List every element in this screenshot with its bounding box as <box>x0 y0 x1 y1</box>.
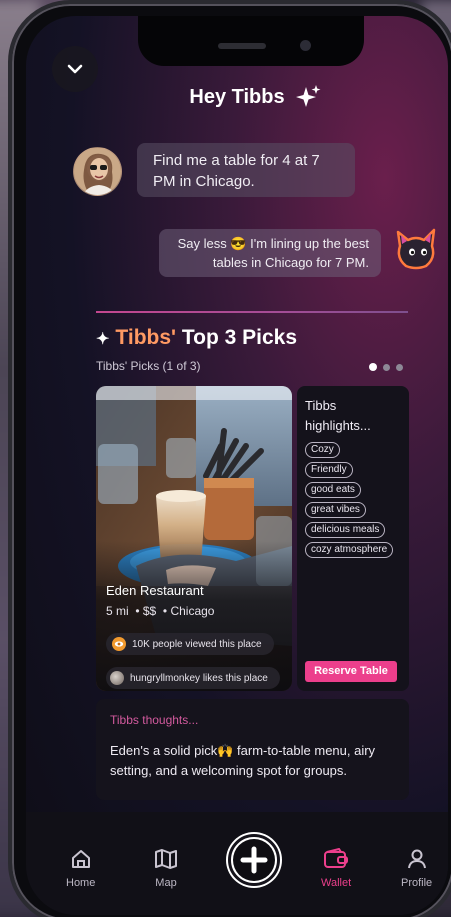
restaurant-distance: 5 mi <box>106 604 129 618</box>
highlight-tag: cozy atmosphere <box>305 542 394 558</box>
phone-frame: Hey Tibbs Find me a table for 4 at 7 PM … <box>8 0 451 917</box>
highlight-tag: great vibes <box>305 502 366 518</box>
thoughts-text: Eden's a solid pick🙌 farm-to-table menu,… <box>110 743 376 778</box>
tab-map-label: Map <box>155 877 177 889</box>
reserve-table-button[interactable]: Reserve Table <box>305 661 397 682</box>
wallet-icon <box>324 848 349 868</box>
highlight-tag: Friendly <box>305 462 353 478</box>
thoughts-card: Tibbs thoughts... Eden's a solid pick🙌 f… <box>96 699 409 800</box>
likes-pill: hungryllmonkey likes this place <box>106 667 280 689</box>
tab-profile[interactable]: Profile <box>401 848 432 889</box>
app-screen: Hey Tibbs Find me a table for 4 at 7 PM … <box>26 16 448 915</box>
views-pill: 10K people viewed this place <box>106 633 274 655</box>
chevron-down-icon <box>67 64 83 74</box>
map-icon <box>155 849 177 869</box>
plus-icon <box>233 839 275 881</box>
highlight-tag: good eats <box>305 482 361 498</box>
highlights-panel: Tibbs highlights... Cozy Friendly good e… <box>297 386 409 691</box>
friend-avatar <box>110 671 124 685</box>
tab-map[interactable]: Map <box>154 848 178 889</box>
tab-home[interactable]: Home <box>66 848 95 889</box>
highlight-tags: Cozy Friendly good eats great vibes deli… <box>305 442 401 558</box>
highlights-title: Tibbs highlights... <box>305 398 371 433</box>
brand-name: Tibbs' <box>115 326 177 349</box>
page-title: Hey Tibbs <box>26 85 448 109</box>
eye-icon <box>112 637 126 651</box>
bot-message-bubble: Say less 😎 I'm lining up the best tables… <box>159 229 381 277</box>
home-icon <box>71 850 90 868</box>
section-divider <box>96 311 408 313</box>
carousel-dot-1[interactable] <box>369 363 377 371</box>
sparkle-icon <box>296 85 321 107</box>
tab-wallet-label: Wallet <box>321 877 352 889</box>
carousel-dots[interactable] <box>369 363 403 371</box>
restaurant-city: Chicago <box>170 604 215 618</box>
top-picks-title: ✦ Tibbs' Top 3 Picks <box>96 326 297 350</box>
add-button[interactable] <box>228 834 280 886</box>
user-photo <box>74 148 121 195</box>
highlight-tag: delicious meals <box>305 522 386 538</box>
restaurant-card[interactable]: Eden Restaurant 5 mi • $$ • Chicago 10K … <box>96 386 292 691</box>
greeting-text: Hey Tibbs <box>189 86 285 108</box>
likes-text: hungryllmonkey likes this place <box>130 672 268 684</box>
user-avatar <box>73 147 122 196</box>
bottom-tab-bar: Home Map Wallet Profile <box>26 812 448 915</box>
cat-mascot-icon <box>396 228 436 270</box>
speaker <box>218 43 266 49</box>
user-message-bubble: Find me a table for 4 at 7 PM in Chicago… <box>137 143 355 197</box>
camera <box>300 40 311 51</box>
restaurant-price: $$ <box>142 604 157 618</box>
restaurant-name: Eden Restaurant <box>106 583 204 598</box>
small-sparkle-icon: ✦ <box>96 331 110 348</box>
views-text: 10K people viewed this place <box>132 638 262 650</box>
restaurant-meta: 5 mi • $$ • Chicago <box>106 604 215 618</box>
phone-notch <box>138 16 364 66</box>
carousel-dot-2[interactable] <box>383 364 390 371</box>
tab-wallet[interactable]: Wallet <box>321 848 351 889</box>
profile-icon <box>407 849 426 869</box>
tab-profile-label: Profile <box>401 877 433 889</box>
picks-counter: Tibbs' Picks (1 of 3) <box>96 359 201 373</box>
carousel-dot-3[interactable] <box>396 364 403 371</box>
highlight-tag: Cozy <box>305 442 340 458</box>
tab-home-label: Home <box>66 877 96 889</box>
top-picks-label: Top 3 Picks <box>176 326 298 349</box>
thoughts-title: Tibbs thoughts... <box>110 713 199 727</box>
